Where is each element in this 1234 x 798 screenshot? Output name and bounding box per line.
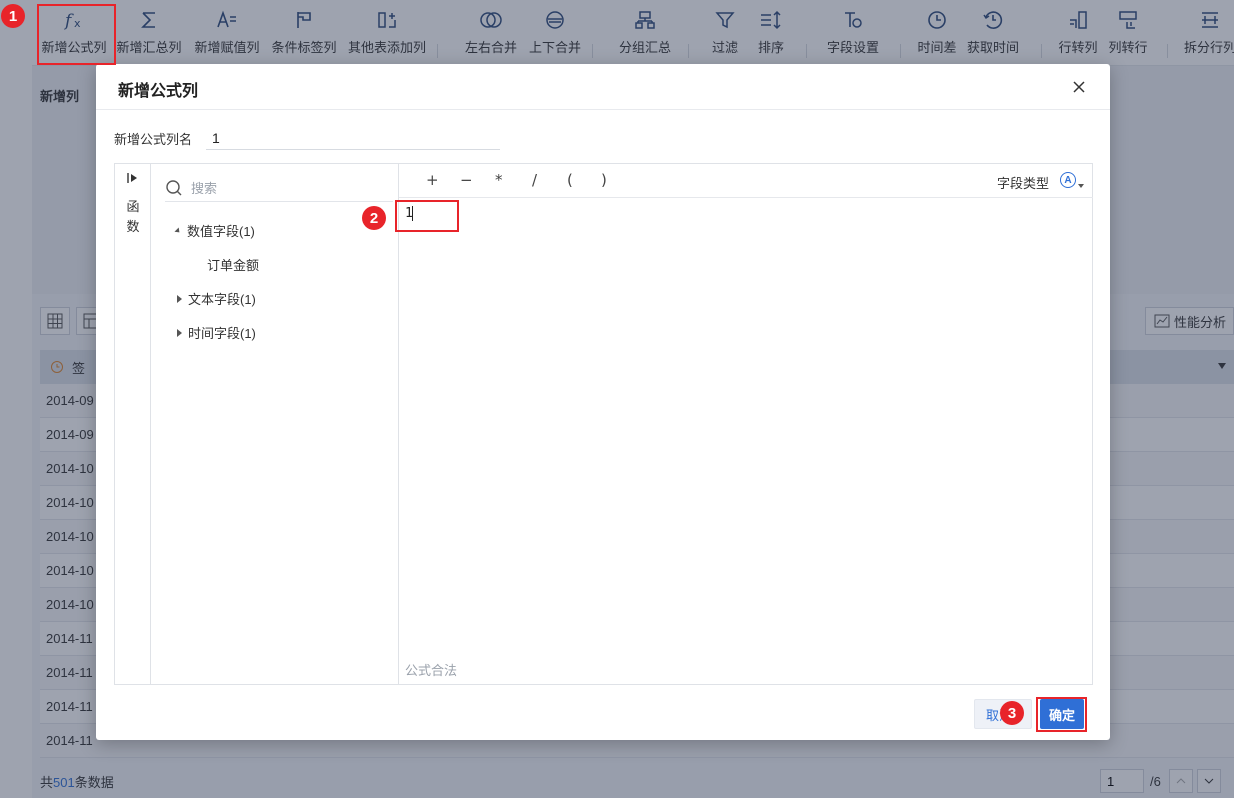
- column-name-input[interactable]: [206, 126, 500, 150]
- column-name-row: 新增公式列名: [114, 126, 500, 150]
- expand-arrow-icon: [177, 294, 182, 303]
- tree-node-label: 数值字段(1): [187, 224, 255, 239]
- divide-operator-button[interactable]: /: [532, 171, 537, 189]
- field-search[interactable]: 搜索: [165, 174, 393, 202]
- field-type-label: 字段类型: [996, 176, 1049, 191]
- formula-code-panel: + − * / ( ) 字段类型 A 1 公式合法: [399, 164, 1093, 684]
- tree-node-numeric[interactable]: 数值字段(1): [174, 221, 255, 240]
- field-label: 订单金额: [207, 258, 260, 273]
- multiply-operator-button[interactable]: *: [495, 171, 503, 189]
- collapse-arrow-icon: [174, 226, 182, 235]
- tree-leaf-field[interactable]: 订单金额: [207, 255, 259, 274]
- field-panel: 搜索 数值字段(1) 订单金额 文本字段(1) 时间字段(1): [151, 164, 399, 684]
- expand-arrow-icon: [177, 328, 182, 337]
- function-tab-label: 函数: [126, 199, 140, 234]
- close-button[interactable]: [1068, 76, 1090, 98]
- search-icon: [166, 179, 182, 195]
- add-formula-column-dialog: 新增公式列 新增公式列名 函数 搜索 数值字段(1) 订单金额: [96, 64, 1110, 740]
- expand-panel-icon[interactable]: [126, 172, 140, 184]
- close-icon: [1073, 81, 1085, 93]
- operator-bar: + − * / ( ) 字段类型 A: [399, 164, 1093, 198]
- dialog-title: 新增公式列: [118, 83, 199, 100]
- column-name-label: 新增公式列名: [114, 131, 193, 147]
- tree-node-label: 文本字段(1): [188, 292, 256, 307]
- field-type-caret-icon[interactable]: [1078, 184, 1084, 188]
- highlight-box-confirm: [1036, 697, 1087, 732]
- tree-node-text[interactable]: 文本字段(1): [177, 289, 256, 308]
- highlight-box-toolbar: [37, 4, 116, 65]
- step-badge-2: 2: [362, 206, 386, 230]
- tree-node-time[interactable]: 时间字段(1): [177, 323, 256, 342]
- left-paren-button[interactable]: (: [567, 171, 573, 189]
- plus-operator-button[interactable]: +: [426, 171, 439, 189]
- tree-node-label: 时间字段(1): [188, 326, 256, 341]
- field-type-icon[interactable]: A: [1060, 172, 1076, 188]
- formula-editor: 函数 搜索 数值字段(1) 订单金额 文本字段(1) 时间字段(1) + − *…: [114, 163, 1093, 685]
- formula-validity: 公式合法: [405, 663, 458, 678]
- dialog-header: 新增公式列: [96, 64, 1110, 110]
- search-placeholder: 搜索: [191, 181, 218, 196]
- function-tab[interactable]: 函数: [115, 164, 151, 684]
- step-badge-1: 1: [1, 4, 25, 28]
- highlight-box-formula: [395, 200, 459, 232]
- step-badge-3: 3: [1000, 701, 1024, 725]
- right-paren-button[interactable]: ): [601, 171, 607, 189]
- minus-operator-button[interactable]: −: [460, 171, 473, 189]
